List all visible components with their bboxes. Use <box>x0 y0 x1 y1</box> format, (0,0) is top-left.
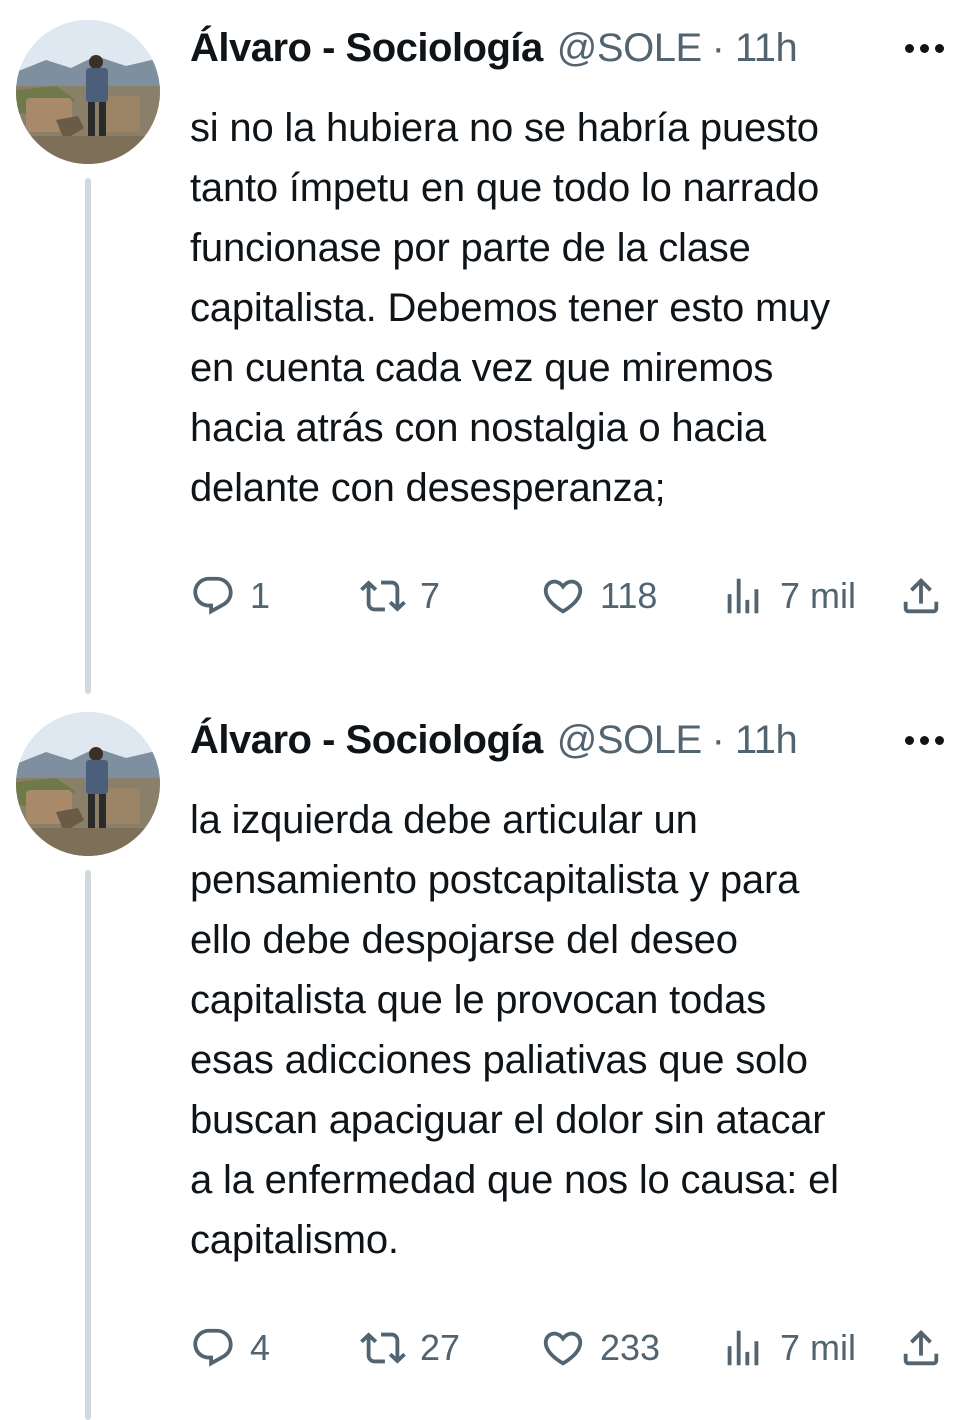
views-count: 7 mil <box>780 575 857 616</box>
retweet-button[interactable]: 27 <box>360 1318 460 1378</box>
share-button[interactable] <box>898 566 944 626</box>
timestamp[interactable]: 11h <box>735 710 798 770</box>
retweet-icon <box>360 580 406 612</box>
reply-count: 4 <box>250 1327 271 1368</box>
more-dots-icon[interactable] <box>905 18 944 78</box>
tweet-actions: 1 7 118 7 mil <box>190 566 950 626</box>
timestamp[interactable]: 11h <box>735 18 798 78</box>
reply-button[interactable]: 1 <box>190 566 270 626</box>
author-name[interactable]: Álvaro - Sociología <box>190 18 543 78</box>
tweet-text-line: si no la hubiera no se habría puesto <box>190 106 819 150</box>
author-name[interactable]: Álvaro - Sociología <box>190 710 543 770</box>
tweet-actions: 4 27 233 7 mil <box>190 1318 950 1378</box>
avatar[interactable] <box>16 20 160 164</box>
retweet-button[interactable]: 7 <box>360 566 440 626</box>
heart-icon <box>543 1331 583 1366</box>
like-count: 118 <box>600 575 658 616</box>
tweet-text: la izquierda debe articular un pensamien… <box>190 790 950 1270</box>
retweet-count: 27 <box>420 1327 461 1368</box>
retweet-count: 7 <box>420 575 441 616</box>
author-handle[interactable]: @SOLE <box>557 710 702 770</box>
retweet-icon <box>360 1332 406 1364</box>
tweet-text-line: funcionase por parte de la clase <box>190 226 751 270</box>
views-button[interactable]: 7 mil <box>720 566 856 626</box>
tweet-text-line: en cuenta cada vez que miremos <box>190 346 774 390</box>
tweet-text-line: capitalismo. <box>190 1218 399 1262</box>
thread-connector <box>85 870 91 1420</box>
share-button[interactable] <box>898 1318 944 1378</box>
tweet-text-line: hacia atrás con nostalgia o hacia <box>190 406 766 450</box>
tweet-text-line: ello debe despojarse del deseo <box>190 918 738 962</box>
separator-dot: · <box>711 26 725 70</box>
tweet-text-line: buscan apaciguar el dolor sin atacar <box>190 1098 826 1142</box>
avatar-photo <box>16 712 160 856</box>
tweet-text-line: delante con desesperanza; <box>190 466 666 510</box>
like-button[interactable]: 233 <box>540 1318 660 1378</box>
tweet-text-line: la izquierda debe articular un <box>190 798 698 842</box>
like-count: 233 <box>600 1327 661 1368</box>
avatar-photo <box>16 20 160 164</box>
views-bar-chart-icon <box>727 1330 759 1366</box>
author-handle[interactable]: @SOLE <box>557 18 702 78</box>
share-icon <box>903 577 939 614</box>
like-button[interactable]: 118 <box>540 566 657 626</box>
tweet-text-line: capitalista. Debemos tener esto muy <box>190 286 830 330</box>
tweet-text-line: a la enfermedad que nos lo causa: el <box>190 1158 839 1202</box>
views-bar-chart-icon <box>727 578 759 614</box>
tweet-text-line: tanto ímpetu en que todo lo narrado <box>190 166 820 210</box>
tweet-text: si no la hubiera no se habría puesto tan… <box>190 98 950 518</box>
share-icon <box>903 1329 939 1366</box>
tweet-text-line: capitalista que le provocan todas <box>190 978 766 1022</box>
views-button[interactable]: 7 mil <box>720 1318 856 1378</box>
tweet[interactable]: Álvaro - Sociología @SOLE · 11h la izqui… <box>0 700 980 1420</box>
tweet[interactable]: Álvaro - Sociología @SOLE · 11h si no la… <box>0 0 980 700</box>
heart-icon <box>543 579 583 614</box>
more-dots-icon[interactable] <box>905 710 944 770</box>
avatar[interactable] <box>16 712 160 856</box>
thread-connector <box>85 178 91 694</box>
reply-icon <box>193 1328 233 1367</box>
tweet-header: Álvaro - Sociología @SOLE · 11h <box>190 710 944 770</box>
views-count: 7 mil <box>780 1327 857 1368</box>
tweet-text-line: esas adicciones paliativas que solo <box>190 1038 808 1082</box>
reply-icon <box>193 576 233 615</box>
tweet-text-line: pensamiento postcapitalista y para <box>190 858 800 902</box>
separator-dot: · <box>711 718 725 762</box>
reply-count: 1 <box>250 575 271 616</box>
tweet-header: Álvaro - Sociología @SOLE · 11h <box>190 18 944 78</box>
reply-button[interactable]: 4 <box>190 1318 270 1378</box>
